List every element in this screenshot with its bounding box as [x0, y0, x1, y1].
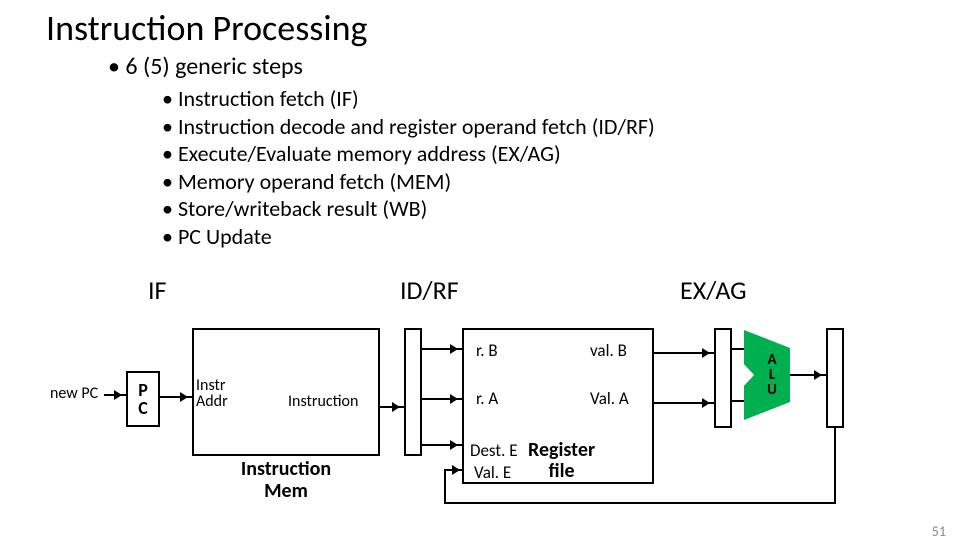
wire [732, 348, 746, 350]
arrow-icon [654, 402, 714, 404]
pc-register-block: P C [126, 371, 160, 427]
stage-idrf: ID/RF [400, 274, 459, 306]
arrow-icon [790, 374, 826, 376]
step-item: PC Update [162, 223, 960, 251]
arrow-icon [380, 406, 404, 408]
port-vale-label: Val. E [474, 464, 511, 481]
step-item: Execute/Evaluate memory address (EX/AG) [162, 140, 960, 168]
page-number: 51 [932, 523, 946, 540]
feedback-arrow-icon [444, 469, 464, 471]
pipeline-diagram: new PC P C Instr Addr Instruction Instru… [50, 316, 910, 516]
wire [732, 400, 746, 402]
port-vala-label: Val. A [590, 390, 629, 407]
steps-list: Instruction fetch (IF) Instruction decod… [162, 85, 960, 250]
arrow-icon [160, 396, 192, 398]
new-pc-label: new PC [50, 384, 98, 403]
port-ra-label: r. A [476, 390, 498, 407]
port-deste-label: Dest. E [470, 442, 518, 459]
step-item: Instruction decode and register operand … [162, 113, 960, 141]
pipeline-latch [714, 328, 732, 428]
imem-caption: Instruction Mem [226, 458, 346, 502]
imem-input-label: Instr Addr [196, 378, 228, 410]
slide-title: Instruction Processing [46, 6, 960, 50]
stage-exag: EX/AG [680, 274, 747, 306]
arrow-icon [654, 352, 714, 354]
pipeline-latch [404, 328, 422, 456]
port-rb-label: r. B [476, 342, 498, 359]
feedback-wire [444, 502, 836, 504]
imem-output-label: Instruction [288, 392, 358, 411]
feedback-wire [444, 469, 446, 504]
arrow-icon [104, 394, 126, 396]
stage-if: IF [148, 274, 167, 306]
regfile-caption: Register file [528, 440, 595, 482]
arrow-icon [422, 398, 462, 400]
pipeline-latch [826, 328, 844, 428]
arrow-icon [422, 348, 462, 350]
step-item: Store/writeback result (WB) [162, 195, 960, 223]
port-valb-label: val. B [590, 342, 627, 359]
step-item: Memory operand fetch (MEM) [162, 168, 960, 196]
feedback-wire [834, 428, 836, 504]
alu-block: A L U [744, 330, 790, 420]
subtitle: 6 (5) generic steps [108, 52, 960, 81]
arrow-icon [422, 444, 462, 446]
step-item: Instruction fetch (IF) [162, 85, 960, 113]
